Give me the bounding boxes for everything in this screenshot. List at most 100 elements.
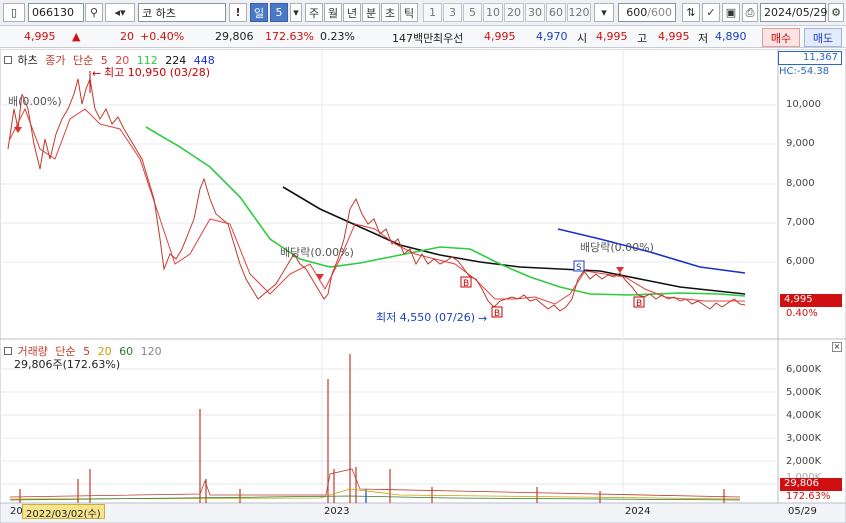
num-tab-60[interactable]: 60 bbox=[546, 3, 566, 22]
xaxis-right: 05/29 bbox=[788, 506, 817, 517]
num-tab-1[interactable]: 1 bbox=[423, 3, 442, 22]
current-price-box: 4,995 bbox=[780, 294, 842, 307]
axis-2000k: 2,000K bbox=[786, 456, 822, 467]
period-n-button[interactable]: 5 bbox=[270, 3, 288, 22]
tab-second[interactable]: 초 bbox=[381, 3, 399, 22]
search-icon[interactable]: ⚲ bbox=[85, 3, 103, 22]
price-value: 4,995 bbox=[24, 30, 56, 43]
best-ask: 4,995 bbox=[484, 30, 516, 43]
checkmark-icon[interactable]: ✓ bbox=[702, 3, 720, 22]
date-input[interactable]: 2024/05/29 bbox=[760, 3, 827, 22]
xaxis-2023: 2023 bbox=[324, 506, 350, 517]
legend-close: 종가 bbox=[45, 54, 66, 67]
axis-8000: 8,000 bbox=[786, 178, 815, 189]
legend-ma448: 448 bbox=[193, 54, 215, 67]
legend-square-icon[interactable] bbox=[4, 347, 12, 355]
best-ask-label: 최우선 bbox=[433, 32, 464, 45]
period-dropdown-icon[interactable]: ▾ bbox=[290, 3, 302, 22]
count-input[interactable]: 600/600 bbox=[618, 3, 676, 22]
buy-button[interactable]: 매수 bbox=[762, 28, 800, 47]
axis-6000: 6,000 bbox=[786, 256, 815, 267]
xaxis-2024: 2024 bbox=[625, 506, 651, 517]
top-price-box: 11,367 bbox=[778, 51, 842, 65]
name-input[interactable]: 코 하츠 bbox=[138, 3, 226, 22]
alert-button[interactable]: ! bbox=[229, 3, 247, 22]
svg-text:B: B bbox=[494, 309, 500, 319]
high-label: 고 bbox=[637, 32, 648, 45]
legend-ma5: 5 bbox=[100, 54, 108, 67]
svg-text:←: ← bbox=[92, 67, 101, 80]
count-total: /600 bbox=[647, 6, 672, 19]
tab-month[interactable]: 월 bbox=[324, 3, 342, 22]
volume-sub: 29,806주(172.63%) bbox=[14, 358, 121, 371]
price-legend: 하츠 종가 단순 5 20 112 224 448 bbox=[4, 52, 219, 68]
low-value: 4,890 bbox=[715, 30, 747, 43]
current-pct: 0.40% bbox=[786, 308, 818, 319]
axis-4000k: 4,000K bbox=[786, 410, 822, 421]
axis-5000k: 5,000K bbox=[786, 387, 822, 398]
close-icon[interactable]: × bbox=[832, 342, 842, 352]
vol-ratio: 172.63% bbox=[265, 30, 314, 43]
num-tab-10[interactable]: 10 bbox=[483, 3, 503, 22]
num-tab-120[interactable]: 120 bbox=[567, 3, 591, 22]
num-tab-5[interactable]: 5 bbox=[463, 3, 482, 22]
dividend-label-1: 배당락(0.00%) bbox=[280, 246, 354, 259]
dividend-label-2: 배당락(0.00%) bbox=[580, 241, 654, 254]
svg-text:S: S bbox=[576, 263, 582, 273]
open-label: 시 bbox=[577, 32, 588, 45]
tab-tick[interactable]: 틱 bbox=[400, 3, 418, 22]
axis-6000k: 6,000K bbox=[786, 364, 822, 375]
up-arrow-icon: ▲ bbox=[72, 30, 81, 43]
axis-7000: 7,000 bbox=[786, 217, 815, 228]
open-value: 4,995 bbox=[596, 30, 628, 43]
tab-year[interactable]: 년 bbox=[343, 3, 361, 22]
signal-b-icon: B bbox=[491, 306, 503, 319]
period-day-button[interactable]: 일 bbox=[250, 3, 268, 22]
quote-bar: 4,995 ▲ 20 +0.40% 29,806 172.63% 0.23% 1… bbox=[0, 26, 846, 48]
code-input[interactable]: 066130 bbox=[28, 3, 84, 22]
change-pct: +0.40% bbox=[140, 30, 185, 43]
cursor-date: 2022/03/02(수) bbox=[22, 504, 105, 520]
sound-icon[interactable]: ◂▾ bbox=[105, 3, 135, 22]
sell-button[interactable]: 매도 bbox=[804, 28, 842, 47]
chart-area[interactable]: ← 최고 10,950 (03/28) 최저 4,550 (07/26) → 배… bbox=[0, 49, 846, 523]
print-icon[interactable]: ⎙ bbox=[742, 3, 758, 22]
num-tab-30[interactable]: 30 bbox=[525, 3, 545, 22]
num-dropdown-icon[interactable]: ▾ bbox=[594, 3, 614, 22]
axis-9000: 9,000 bbox=[786, 138, 815, 149]
hc-label: HC:-54.38 bbox=[779, 66, 830, 77]
volume-value: 29,806 bbox=[215, 30, 254, 43]
best-bid: 4,970 bbox=[536, 30, 568, 43]
turnover: 0.23% bbox=[320, 30, 355, 43]
axis-10000: 10,000 bbox=[786, 99, 821, 110]
panel-tab[interactable]: 하츠 bbox=[18, 54, 38, 67]
signal-b-icon: B bbox=[460, 276, 472, 289]
num-tab-3[interactable]: 3 bbox=[443, 3, 462, 22]
low-annotation: 최저 4,550 (07/26) bbox=[376, 311, 475, 324]
chart-type-icon[interactable]: ▯ bbox=[3, 3, 25, 22]
tab-week[interactable]: 주 bbox=[305, 3, 323, 22]
volume-pct: 172.63% bbox=[786, 491, 831, 502]
settings-icon[interactable]: ⚙ bbox=[828, 3, 844, 22]
zoom-icon[interactable]: ⇅ bbox=[682, 3, 700, 22]
stock-name: 하츠 bbox=[155, 6, 176, 20]
svg-text:B: B bbox=[463, 279, 469, 289]
save-icon[interactable]: ▣ bbox=[722, 3, 740, 22]
change-value: 20 bbox=[120, 30, 134, 43]
amount: 147백만 bbox=[392, 32, 434, 45]
toolbar: ▯ 066130 ⚲ ◂▾ 코 하츠 ! 일 5 ▾ 주 월 년 분 초 틱 1… bbox=[0, 0, 846, 26]
legend-vol60: 60 bbox=[119, 345, 134, 358]
tab-minute[interactable]: 분 bbox=[362, 3, 380, 22]
market-label: 코 bbox=[142, 6, 153, 20]
high-value: 4,995 bbox=[658, 30, 690, 43]
xaxis-left: 20 bbox=[10, 506, 23, 517]
legend-vol120: 120 bbox=[140, 345, 162, 358]
legend-ma112: 112 bbox=[136, 54, 158, 67]
legend-ma224: 224 bbox=[165, 54, 187, 67]
legend-square-icon[interactable] bbox=[4, 56, 12, 64]
low-label: 저 bbox=[698, 32, 709, 45]
num-tab-20[interactable]: 20 bbox=[504, 3, 524, 22]
svg-text:→: → bbox=[478, 312, 487, 325]
signal-b-icon: B bbox=[633, 296, 645, 309]
left-cut-label: 배(0.00%) bbox=[8, 95, 62, 108]
